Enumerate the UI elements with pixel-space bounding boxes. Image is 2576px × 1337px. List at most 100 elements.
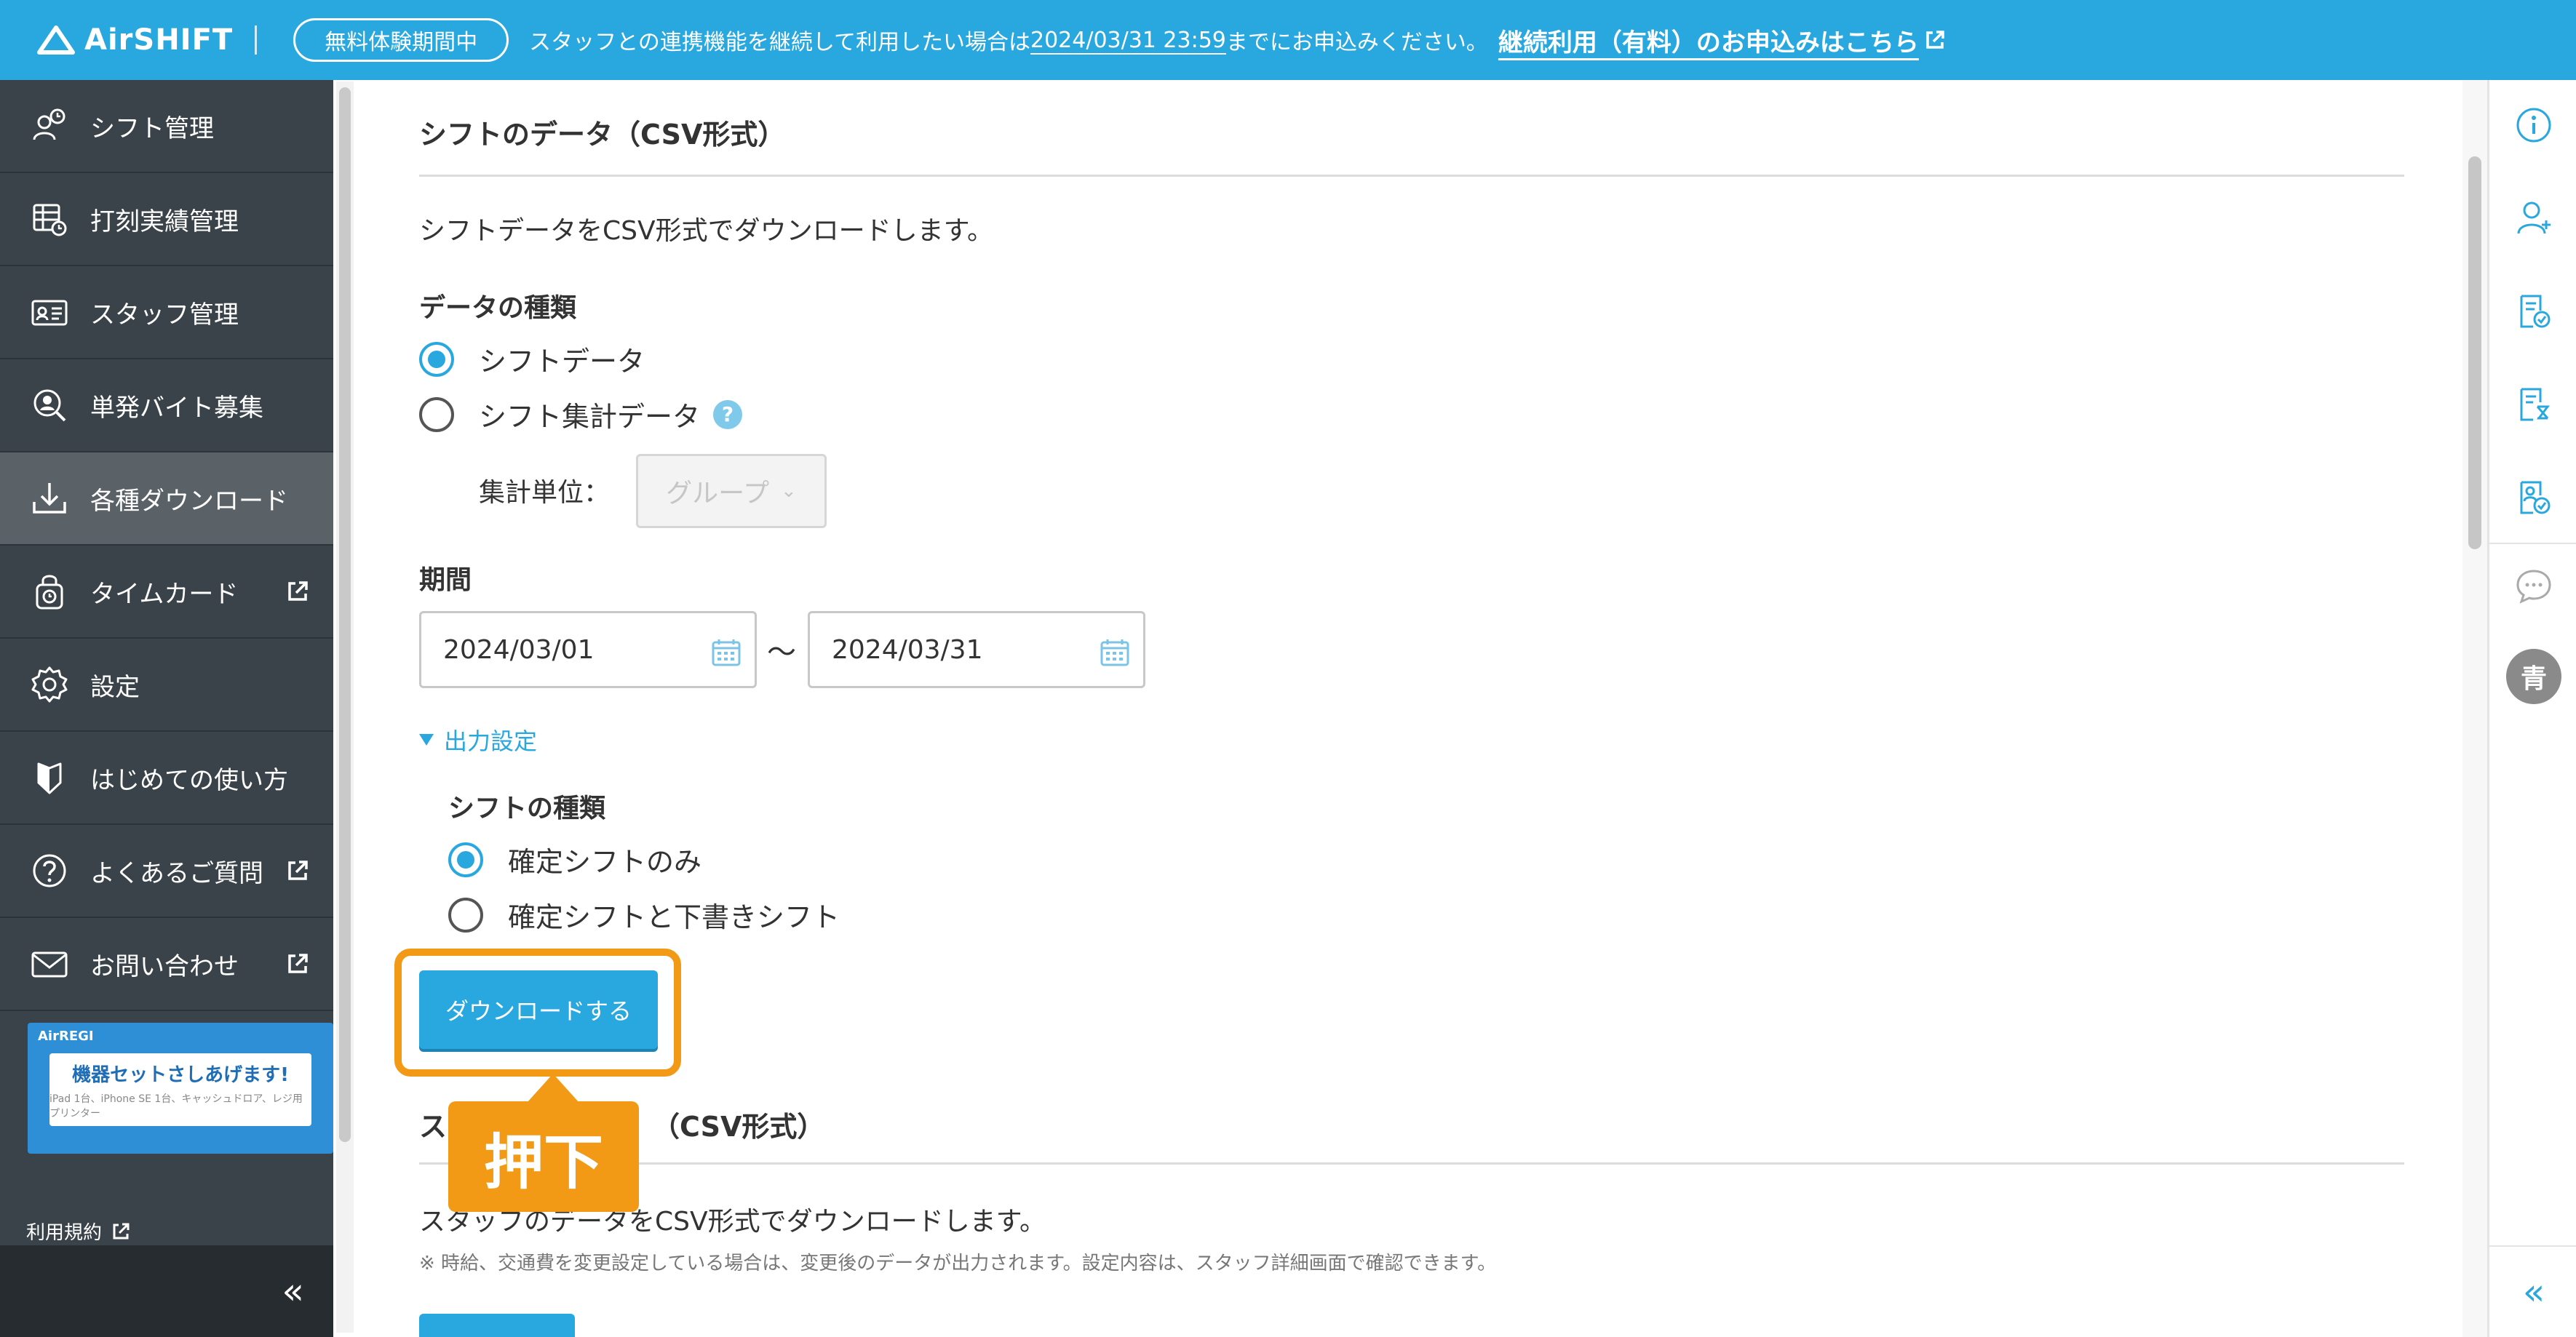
sidebar-collapse-button[interactable]: «	[0, 1245, 333, 1337]
lock-clock-icon	[29, 571, 70, 612]
add-user-icon[interactable]	[2513, 198, 2554, 239]
sidebar-item-label: タイムカード	[90, 579, 239, 609]
radio-confirmed-only[interactable]: 確定シフトのみ	[448, 839, 701, 879]
main-scrollbar[interactable]	[2462, 80, 2487, 1337]
start-date-input[interactable]: 2024/03/01	[419, 611, 757, 688]
shift-data-section-title: シフトのデータ（CSV形式）	[419, 119, 786, 151]
period-label: 期間	[419, 565, 472, 595]
trial-status-badge: 無料体験期間中	[293, 18, 509, 62]
document-check-icon[interactable]	[2513, 291, 2554, 332]
info-icon[interactable]	[2513, 105, 2554, 145]
terms-link[interactable]: 利用規約	[26, 1218, 131, 1245]
sidebar-item-downloads[interactable]: 各種ダウンロード	[0, 452, 333, 546]
document-hourglass-icon[interactable]	[2513, 384, 2554, 425]
trial-message: スタッフとの連携機能を継続して利用したい場合は 2024/03/31 23:59…	[529, 23, 1947, 58]
sidebar-item-timecard-records[interactable]: 打刻実績管理	[0, 173, 333, 266]
timecard-list-icon	[29, 199, 70, 239]
data-type-label: データの種類	[419, 293, 577, 323]
sidebar-item-timecard[interactable]: タイムカード	[0, 546, 333, 639]
download-button[interactable]: ダウンロードする	[419, 970, 658, 1049]
start-date-value: 2024/03/01	[443, 634, 595, 665]
airregi-ad-banner[interactable]: AirREGI 機器セットさしあげます! iPad 1台、iPhone SE 1…	[28, 1023, 333, 1154]
external-link-icon	[113, 1223, 130, 1239]
sidebar-item-label: 設定	[90, 672, 140, 702]
date-range-separator: 〜	[767, 636, 796, 669]
person-search-icon	[29, 385, 70, 426]
sidebar-item-staff[interactable]: スタッフ管理	[0, 266, 333, 359]
radio-label: 確定シフトと下書きシフト	[508, 901, 840, 933]
calendar-icon[interactable]	[711, 638, 742, 667]
sidebar-scrollbar[interactable]	[336, 81, 354, 1333]
radio-shift-summary-data[interactable]: シフト集計データ ?	[419, 394, 743, 434]
sidebar-item-label: 打刻実績管理	[90, 207, 239, 236]
shift-data-description: シフトデータをCSV形式でダウンロードします。	[419, 216, 994, 246]
output-settings-label: 出力設定	[444, 727, 538, 755]
help-icon[interactable]: ?	[713, 399, 743, 429]
end-date-value: 2024/03/31	[832, 634, 983, 665]
aggregate-unit-value: グループ	[666, 479, 770, 508]
sidebar-item-contact[interactable]: お問い合わせ	[0, 918, 333, 1011]
ad-subtitle: iPad 1台、iPhone SE 1台、キャッシュドロア、レジ用プリンター	[49, 1093, 303, 1120]
top-banner: AirSHIFT 無料体験期間中 スタッフとの連携機能を継続して利用したい場合は…	[0, 0, 2576, 80]
rail-divider	[2489, 543, 2576, 544]
guide-leaf-icon	[29, 757, 70, 798]
radio-confirmed-and-draft[interactable]: 確定シフトと下書きシフト	[448, 895, 840, 935]
sidebar-item-label: はじめての使い方	[90, 765, 288, 795]
sidebar-scrollbar-thumb[interactable]	[339, 87, 351, 1142]
sidebar-item-shift[interactable]: シフト管理	[0, 80, 333, 173]
external-link-icon	[1926, 31, 1944, 49]
main-scrollbar-thumb[interactable]	[2468, 156, 2481, 549]
staff-download-button[interactable]	[419, 1314, 575, 1337]
staff-data-section-title-start: ス	[419, 1111, 448, 1143]
calendar-icon[interactable]	[1100, 638, 1130, 667]
chevron-double-left-icon: «	[2522, 1271, 2545, 1313]
chevron-double-left-icon: «	[282, 1270, 304, 1312]
trial-message-suffix: までにお申込みください。	[1225, 30, 1488, 55]
radio-indicator[interactable]	[448, 897, 483, 933]
airshift-logo-icon	[37, 25, 75, 55]
trial-deadline: 2024/03/31 23:59	[1030, 27, 1226, 53]
shift-kind-label: シフトの種類	[448, 794, 606, 823]
output-settings-toggle[interactable]: 出力設定	[419, 723, 537, 757]
end-date-input[interactable]: 2024/03/31	[808, 611, 1145, 688]
gear-icon	[29, 664, 70, 705]
trial-message-prefix: スタッフとの連携機能を継続して利用したい場合は	[529, 30, 1030, 55]
radio-indicator-selected[interactable]	[419, 341, 454, 377]
radio-shift-data[interactable]: シフトデータ	[419, 339, 645, 379]
right-rail: 青 «	[2487, 80, 2576, 1337]
sidebar-item-label: スタッフ管理	[90, 300, 239, 330]
chevron-down-icon: ⌄	[781, 480, 797, 502]
radio-label: 確定シフトのみ	[508, 846, 702, 878]
sidebar-item-label: 単発バイト募集	[90, 393, 263, 423]
radio-label: シフト集計データ	[479, 401, 701, 433]
brand-name: AirSHIFT	[84, 23, 234, 57]
rail-collapse-button[interactable]: «	[2489, 1245, 2576, 1337]
sidebar-item-label: お問い合わせ	[90, 951, 239, 981]
radio-indicator[interactable]	[419, 396, 454, 432]
external-link-icon	[288, 581, 308, 601]
sidebar-item-label: シフト管理	[90, 113, 214, 143]
radio-indicator-selected[interactable]	[448, 842, 483, 877]
aggregate-unit-label: 集計単位：	[479, 478, 611, 508]
terms-label: 利用規約	[26, 1222, 103, 1244]
mail-icon	[29, 943, 70, 984]
signup-link[interactable]: 継続利用（有料）のお申込みはこちら	[1498, 23, 1947, 58]
user-avatar[interactable]: 青	[2506, 649, 2561, 704]
radio-label: シフトデータ	[479, 346, 645, 378]
sidebar-item-getting-started[interactable]: はじめての使い方	[0, 732, 333, 825]
staff-data-section-title-end: （CSV形式）	[652, 1111, 825, 1143]
chat-bubble-icon[interactable]	[2513, 566, 2554, 607]
brand[interactable]: AirSHIFT	[36, 0, 233, 80]
document-person-check-icon[interactable]	[2513, 477, 2554, 518]
external-link-icon	[288, 861, 308, 880]
sidebar-item-part-time-recruit[interactable]: 単発バイト募集	[0, 359, 333, 452]
brand-separator	[255, 25, 258, 55]
sidebar-item-settings[interactable]: 設定	[0, 639, 333, 732]
signup-link-label: 継続利用（有料）のお申込みはこちら	[1498, 28, 1919, 57]
ad-card: 機器セットさしあげます! iPad 1台、iPhone SE 1台、キャッシュド…	[49, 1053, 311, 1126]
sidebar-item-label: よくあるご質問	[90, 858, 263, 888]
shift-people-icon	[29, 105, 70, 146]
staff-data-note: ※ 時給、交通費を変更設定している場合は、変更後のデータが出力されます。設定内容…	[419, 1253, 1497, 1274]
sidebar-item-faq[interactable]: よくあるご質問	[0, 825, 333, 918]
aggregate-unit-select: グループ ⌄	[636, 454, 827, 528]
